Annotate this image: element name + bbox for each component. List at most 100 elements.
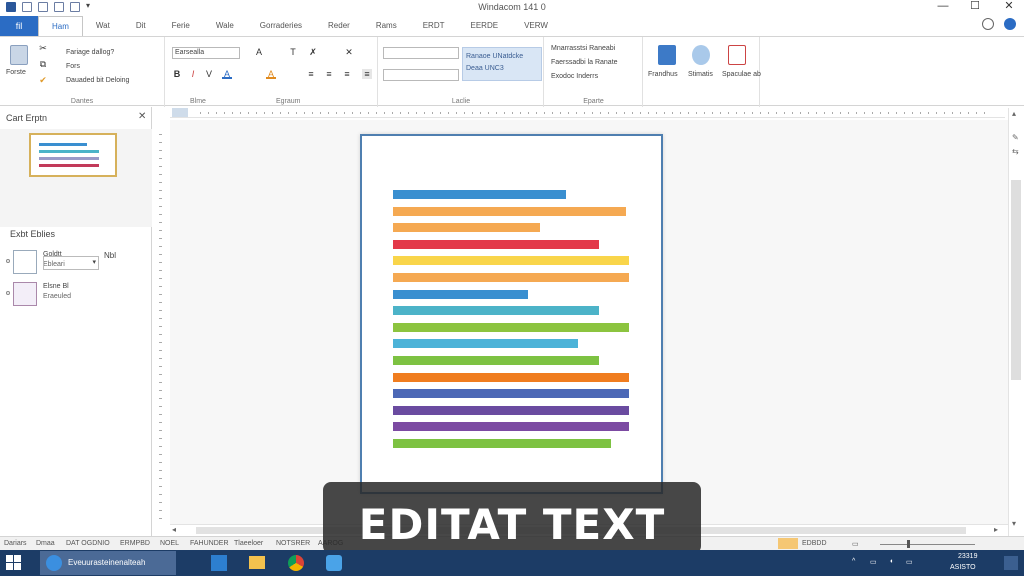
- list-style-combo[interactable]: [383, 47, 459, 59]
- windows-start-icon[interactable]: [6, 555, 22, 571]
- document-text-line[interactable]: [393, 339, 578, 349]
- document-text-line[interactable]: [393, 372, 629, 382]
- clipboard-cmd-2[interactable]: Fors: [66, 63, 80, 70]
- tab-mailings[interactable]: Gorraderies: [247, 16, 315, 36]
- shapes-icon[interactable]: [658, 45, 676, 65]
- horizontal-ruler[interactable]: [170, 108, 1005, 118]
- save-icon[interactable]: [22, 2, 32, 12]
- editing-line-3[interactable]: Exodoc Inderrs: [551, 73, 598, 80]
- document-text-line[interactable]: [393, 190, 566, 199]
- network-icon[interactable]: ▭: [870, 558, 877, 566]
- tab-verw[interactable]: VERW: [511, 16, 561, 36]
- document-page[interactable]: [360, 134, 663, 494]
- print-icon[interactable]: [70, 2, 80, 12]
- maximize-button[interactable]: ☐: [960, 0, 990, 14]
- document-text-line[interactable]: [393, 389, 629, 399]
- zoom-slider-knob[interactable]: [907, 540, 910, 548]
- paste-label[interactable]: Forste: [6, 69, 26, 76]
- close-x-icon[interactable]: ✕: [344, 47, 354, 57]
- highlight-button[interactable]: A: [266, 69, 276, 79]
- nav-pane-close-icon[interactable]: ✕: [138, 111, 146, 122]
- document-text-line[interactable]: [393, 239, 599, 249]
- taskbar-edge-app[interactable]: Eveuurasteinenalteah: [40, 551, 176, 575]
- document-text-line[interactable]: [393, 223, 540, 233]
- taskbar-store-app[interactable]: [206, 551, 232, 575]
- customize-quick-access-icon[interactable]: ▾: [86, 2, 96, 12]
- taskbar-time[interactable]: 23319: [958, 553, 977, 560]
- vertical-scrollbar[interactable]: ▴ ✎ ⇆ ▾: [1008, 108, 1024, 536]
- people-icon[interactable]: [692, 45, 710, 65]
- tray-chevron-icon[interactable]: ^: [852, 558, 855, 565]
- edit-doc-icon[interactable]: [728, 45, 746, 65]
- tab-insert[interactable]: Wat: [83, 16, 123, 36]
- page-thumbnail[interactable]: [29, 133, 117, 177]
- document-text-line[interactable]: [393, 273, 629, 282]
- share-side-icon[interactable]: ⇆: [1012, 148, 1022, 156]
- copy-icon[interactable]: ⧉: [38, 59, 48, 69]
- document-text-line[interactable]: [393, 422, 629, 432]
- editing-line-1[interactable]: Mnarrasstsi Raneabi: [551, 45, 615, 52]
- align-right-icon[interactable]: ≡: [342, 69, 352, 79]
- tab-references[interactable]: Wale: [203, 16, 247, 36]
- vertical-scroll-thumb[interactable]: [1011, 180, 1021, 380]
- redo-icon[interactable]: [54, 2, 64, 12]
- font-name-combo[interactable]: Earsealla: [172, 47, 240, 59]
- minimize-button[interactable]: —: [928, 0, 958, 14]
- tab-layout[interactable]: Ferie: [159, 16, 203, 36]
- justify-icon[interactable]: ≡: [362, 69, 372, 79]
- document-text-line[interactable]: [393, 306, 599, 316]
- share-icon[interactable]: [982, 18, 994, 30]
- taskbar-explorer-app[interactable]: [244, 551, 270, 575]
- tab-view[interactable]: Rams: [363, 16, 410, 36]
- document-text-line[interactable]: [393, 206, 626, 216]
- status-item[interactable]: NOTSRER: [276, 540, 310, 547]
- taskbar-date[interactable]: ASISTO: [950, 564, 976, 571]
- view-mode-label[interactable]: EDBDD: [802, 540, 827, 547]
- tab-edit[interactable]: ERDT: [410, 16, 458, 36]
- status-item[interactable]: FAHUNDER: [190, 540, 229, 547]
- status-item[interactable]: Dariars: [4, 540, 27, 547]
- font-color-button[interactable]: A: [222, 69, 232, 79]
- scroll-right-icon[interactable]: ▸: [994, 526, 1004, 534]
- italic-button[interactable]: I: [188, 69, 198, 79]
- styles-gallery[interactable]: Ranaoe UNatdcke Deaa UNC3: [462, 47, 542, 81]
- document-text-line[interactable]: [393, 356, 599, 365]
- document-text-line[interactable]: [393, 289, 528, 299]
- clear-formatting-icon[interactable]: ✗: [308, 47, 318, 57]
- document-text-line[interactable]: [393, 256, 629, 266]
- paste-icon[interactable]: [10, 45, 28, 65]
- tab-extra[interactable]: EERDE: [458, 16, 512, 36]
- battery-icon[interactable]: ▭: [906, 558, 913, 566]
- scroll-up-icon[interactable]: ▴: [1012, 110, 1022, 118]
- underline-button[interactable]: V: [204, 69, 214, 79]
- taskbar-chrome-app[interactable]: [282, 551, 310, 575]
- editing-line-2[interactable]: Faerssadbi la Ranate: [551, 59, 618, 66]
- document-text-line[interactable]: [393, 405, 629, 415]
- nav-item-dropdown[interactable]: ▾: [43, 256, 99, 270]
- format-painter-icon[interactable]: ✔: [38, 75, 48, 85]
- tab-home[interactable]: Ham: [38, 16, 83, 36]
- web-layout-icon[interactable]: ▭: [852, 540, 859, 548]
- align-left-icon[interactable]: ≡: [306, 69, 316, 79]
- document-text-line[interactable]: [393, 439, 611, 448]
- big-button-1-label[interactable]: Frandhus: [648, 71, 678, 78]
- bold-button[interactable]: B: [172, 69, 182, 79]
- status-item[interactable]: ERMPBD: [120, 540, 150, 547]
- big-button-2-label[interactable]: Stimatis: [688, 71, 713, 78]
- spacing-combo[interactable]: [383, 69, 459, 81]
- document-canvas[interactable]: [170, 120, 1008, 524]
- clipboard-cmd-1[interactable]: Fariage dallog?: [66, 49, 114, 56]
- clipboard-cmd-3[interactable]: Dauaded bit Deloing: [66, 77, 129, 84]
- big-button-3-label[interactable]: Spaculae ab: [722, 71, 761, 78]
- align-center-icon[interactable]: ≡: [324, 69, 334, 79]
- tab-design[interactable]: Dit: [123, 16, 159, 36]
- comment-icon[interactable]: ✎: [1012, 134, 1022, 142]
- status-item[interactable]: Dmaa: [36, 540, 55, 547]
- cut-icon[interactable]: ✂: [38, 43, 48, 53]
- notification-icon[interactable]: [1004, 556, 1018, 570]
- document-text-line[interactable]: [393, 322, 629, 332]
- volume-icon[interactable]: ◐: [890, 558, 894, 565]
- scroll-down-icon[interactable]: ▾: [1012, 520, 1022, 528]
- zoom-slider[interactable]: [880, 544, 975, 545]
- vertical-ruler[interactable]: [154, 124, 168, 524]
